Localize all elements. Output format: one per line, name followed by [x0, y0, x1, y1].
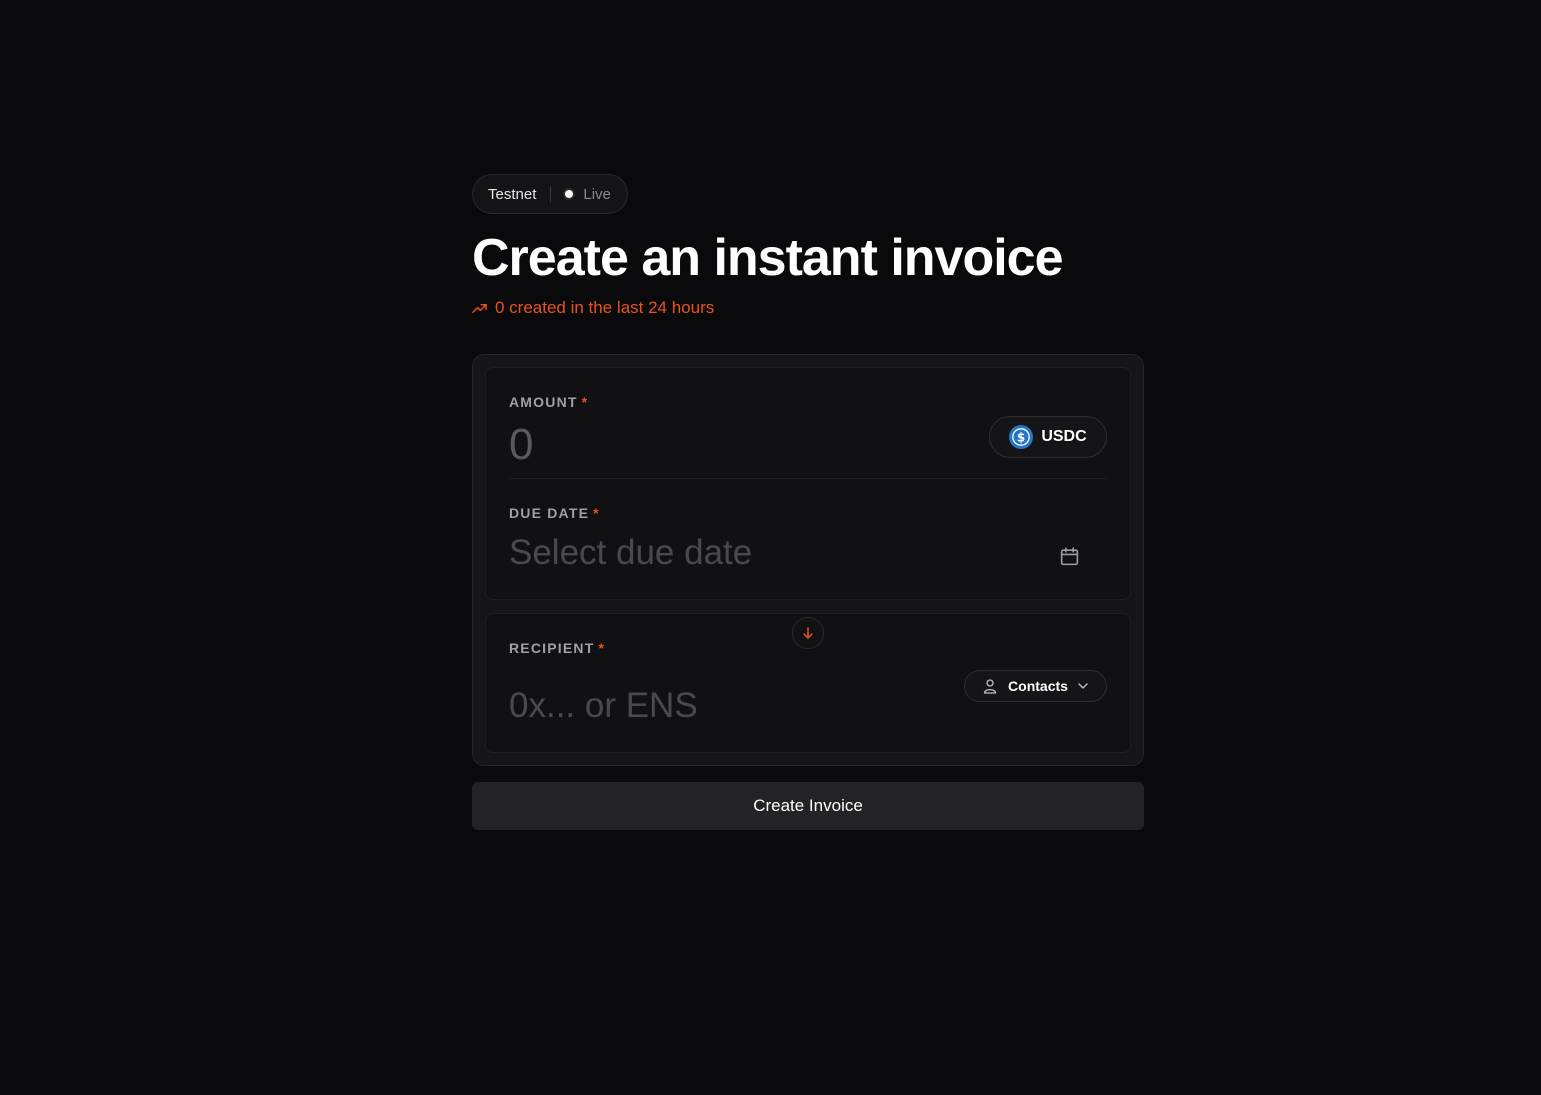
created-stat: 0 created in the last 24 hours: [472, 298, 1144, 318]
amount-label: AMOUNT *: [509, 394, 1107, 410]
chevron-down-icon: [1078, 683, 1088, 689]
invoice-form: AMOUNT* $ USDC DUE DATE*: [472, 354, 1144, 766]
required-marker: *: [593, 505, 600, 521]
amount-label-text: AMOUNT: [509, 394, 578, 410]
recipient-input[interactable]: [509, 686, 929, 726]
toggle-divider: [550, 186, 552, 202]
created-stat-text: 0 created in the last 24 hours: [495, 298, 715, 317]
amount-section: AMOUNT* $ USDC: [509, 368, 1107, 479]
svg-text:$: $: [1017, 430, 1025, 444]
due-date-label: DUE DATE *: [509, 505, 1107, 521]
recipient-label-text: RECIPIENT: [509, 640, 595, 656]
trend-up-icon: [472, 303, 487, 313]
arrow-down-icon: [803, 627, 813, 639]
live-option[interactable]: Live: [565, 186, 611, 203]
contacts-label: Contacts: [1008, 678, 1068, 694]
usdc-icon: $: [1009, 425, 1034, 449]
page-title: Create an instant invoice: [472, 229, 1064, 287]
due-date-input[interactable]: [509, 533, 1009, 573]
calendar-icon[interactable]: [1059, 546, 1080, 567]
invoice-page: Testnet Live Create an instant invoice 0…: [472, 174, 1144, 830]
contacts-button[interactable]: Contacts: [964, 670, 1107, 702]
due-date-label-text: DUE DATE: [509, 505, 590, 521]
person-icon: [983, 679, 997, 694]
arrow-down-badge: [792, 617, 824, 649]
token-selector-button[interactable]: $ USDC: [989, 416, 1107, 458]
create-invoice-button[interactable]: Create Invoice: [472, 782, 1144, 830]
amount-input[interactable]: [509, 420, 929, 470]
network-toggle: Testnet Live: [472, 174, 628, 214]
due-date-section: DUE DATE *: [509, 479, 1107, 599]
amount-date-panel: AMOUNT* $ USDC DUE DATE*: [485, 367, 1131, 600]
live-dot-icon: [565, 190, 574, 198]
testnet-option[interactable]: Testnet: [488, 186, 536, 203]
token-label: USDC: [1041, 428, 1087, 445]
live-label: Live: [583, 185, 611, 203]
required-marker: *: [581, 394, 589, 410]
required-marker: *: [598, 640, 606, 656]
